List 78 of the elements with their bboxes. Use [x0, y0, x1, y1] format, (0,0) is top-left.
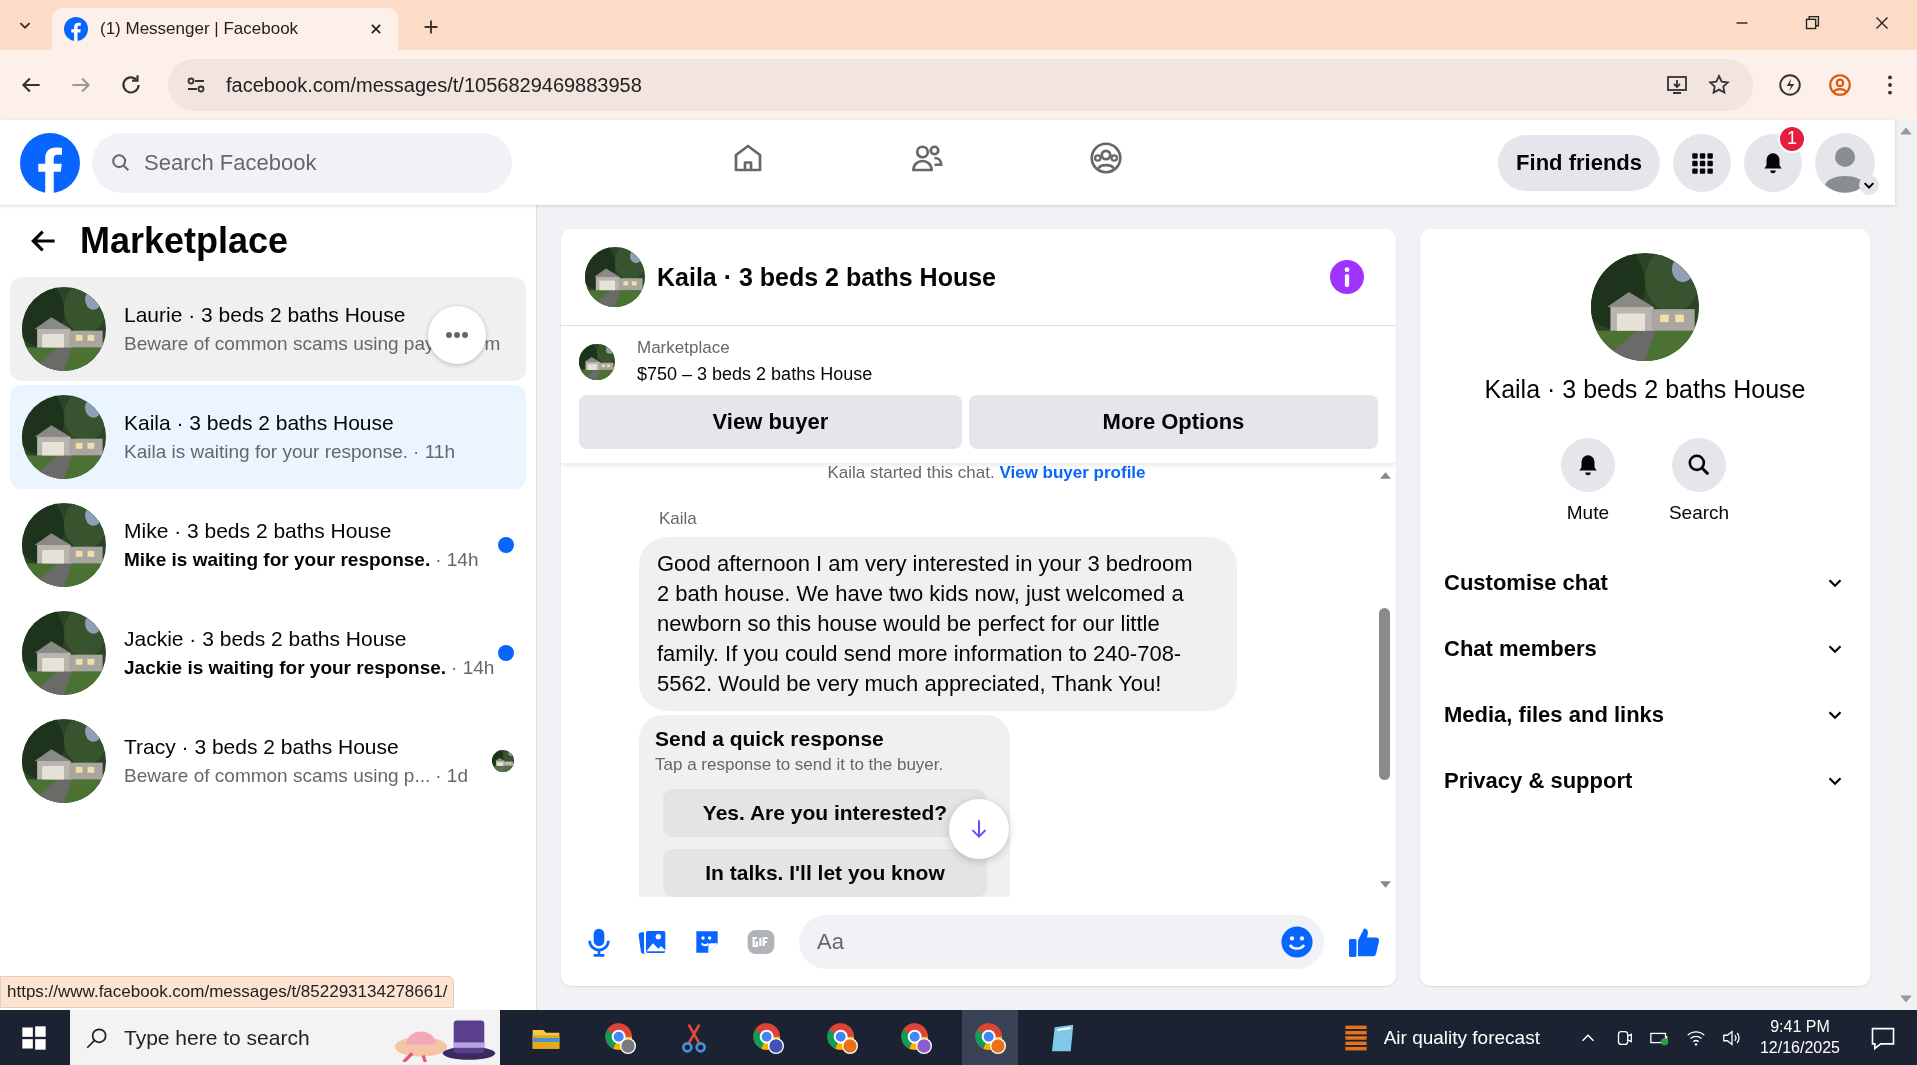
clock-date[interactable]: 12/16/2025	[1759, 1039, 1840, 1057]
conversation-name: Tracy · 3 beds 2 baths House	[124, 735, 400, 759]
info-icon[interactable]	[1330, 260, 1364, 294]
quick-response-title: Send a quick response	[655, 727, 885, 751]
conversation-item[interactable]: Kaila · 3 beds 2 baths House Kaila is waiting for your response. · 11h	[10, 385, 526, 489]
message-bubble: Good afternoon I am very interested in your 3 bedroom 2 bath house. We have two kids now, just welcomed a newborn so this house would be perfect for our little family. If you could send more information to 240-708-5562. Would be very much appreciated, Thank You!	[639, 537, 1237, 711]
taskbar-search-field[interactable]: Type here to search	[70, 1010, 500, 1065]
message-time: · 14h	[435, 549, 479, 571]
extension-icon[interactable]	[1777, 72, 1803, 98]
message-time: m	[484, 333, 501, 355]
mute-button[interactable]	[1560, 438, 1615, 492]
message-time: · 11h	[413, 441, 455, 463]
conversation-name: Jackie · 3 beds 2 baths House	[124, 627, 408, 651]
conversation-item[interactable]: Mike · 3 beds 2 baths House Mike is waiting for your response. · 14h	[10, 493, 526, 597]
browser-profile-icon[interactable]	[826, 1021, 858, 1054]
quick-response-hint: Tap a response to send it to the buyer.	[655, 755, 945, 775]
conversation-item[interactable]: Jackie · 3 beds 2 baths House Jackie is waiting for your response. · 14h	[10, 601, 526, 705]
scrollbar-thumb[interactable]	[1379, 608, 1390, 780]
action-label: Search	[1668, 502, 1730, 524]
message-preview: Jackie is waiting for your response.	[124, 657, 447, 679]
message-preview: Mike is waiting for your response.	[124, 549, 431, 571]
facebook-logo-icon	[64, 17, 88, 41]
search-button[interactable]	[1672, 438, 1726, 492]
browser-profile-icon[interactable]	[604, 1021, 636, 1054]
listing-action-button[interactable]: More Options	[968, 395, 1378, 449]
quick-response-option[interactable]: In talks. I'll let you know	[663, 849, 987, 897]
message-preview: Kaila is waiting for your response.	[124, 441, 409, 463]
message-time: · 1d	[435, 765, 468, 787]
listing-label: Marketplace	[637, 338, 731, 358]
browser-profile-icon[interactable]	[900, 1021, 932, 1054]
conversation-name: Laurie · 3 beds 2 baths House	[124, 303, 407, 327]
search-field[interactable]: Search Facebook	[92, 132, 512, 193]
details-section[interactable]: Chat members	[1420, 616, 1870, 682]
scroll-down-icon[interactable]	[1378, 880, 1392, 889]
profile-icon[interactable]	[1827, 72, 1853, 98]
avatar-icon	[1815, 132, 1875, 193]
taskbar-search-placeholder: Type here to search	[124, 1025, 310, 1050]
sender-name: Kaila	[659, 509, 698, 529]
listing-action-button[interactable]: View buyer	[579, 395, 962, 449]
chat-started-note: Kaila started this chat. View buyer profile	[826, 463, 1147, 483]
groups-icon[interactable]	[1088, 140, 1124, 176]
browser-profile-icon[interactable]	[974, 1021, 1006, 1054]
caret-icon	[1859, 174, 1879, 195]
notification-badge: 1	[1778, 124, 1807, 153]
windows-start-icon[interactable]	[20, 1023, 48, 1052]
install-icon[interactable]	[1665, 73, 1689, 97]
search-icon	[110, 151, 132, 174]
conversation-name: Mike · 3 beds 2 baths House	[124, 519, 393, 543]
find-friends-button[interactable]: Find friends	[1498, 134, 1660, 191]
action-label: Mute	[1566, 502, 1609, 524]
url-text: facebook.com/messages/t/1056829469883958	[226, 73, 642, 97]
emoji-icon[interactable]	[1280, 924, 1314, 959]
quick-response-option[interactable]: Yes. Are you interested?	[663, 789, 987, 837]
conversation-name: Kaila · 3 beds 2 baths House	[124, 411, 395, 435]
conversation-item[interactable]: Tracy · 3 beds 2 baths House Beware of common scams using p... · 1d	[10, 709, 526, 813]
browser-tab[interactable]: (1) Messenger | Facebook	[52, 8, 398, 50]
browser-profile-icon[interactable]	[752, 1021, 784, 1054]
view-buyer-profile-link[interactable]: View buyer profile	[999, 463, 1146, 482]
message-input[interactable]: Aa	[799, 914, 1324, 969]
listing-title: $750 – 3 beds 2 baths House	[637, 364, 873, 385]
tab-title: (1) Messenger | Facebook	[100, 19, 300, 39]
message-time: · 14h	[451, 657, 495, 679]
message-preview: Beware of common scams using p...	[124, 765, 431, 787]
sidebar-title: Marketplace	[80, 220, 289, 262]
facebook-logo-icon[interactable]	[20, 132, 80, 193]
more-icon	[445, 331, 469, 339]
chat-title[interactable]: Kaila · 3 beds 2 baths House	[657, 262, 996, 292]
search-icon	[1686, 452, 1712, 478]
details-section[interactable]: Media, files and links	[1420, 682, 1870, 748]
details-section[interactable]: Customise chat	[1420, 550, 1870, 616]
link-status-url: https://www.facebook.com/messages/t/852293134278661/	[0, 976, 455, 1008]
star-icon[interactable]	[1707, 73, 1731, 97]
clock-time[interactable]: 9:41 PM	[1770, 1018, 1830, 1036]
address-bar[interactable]: facebook.com/messages/t/1056829469883958	[168, 59, 1753, 111]
weather-text[interactable]: Air quality forecast	[1383, 1026, 1540, 1049]
details-section[interactable]: Privacy & support	[1420, 748, 1870, 814]
contact-name: Kaila · 3 beds 2 baths House	[1484, 375, 1806, 404]
scroll-up-icon[interactable]	[1378, 471, 1392, 480]
